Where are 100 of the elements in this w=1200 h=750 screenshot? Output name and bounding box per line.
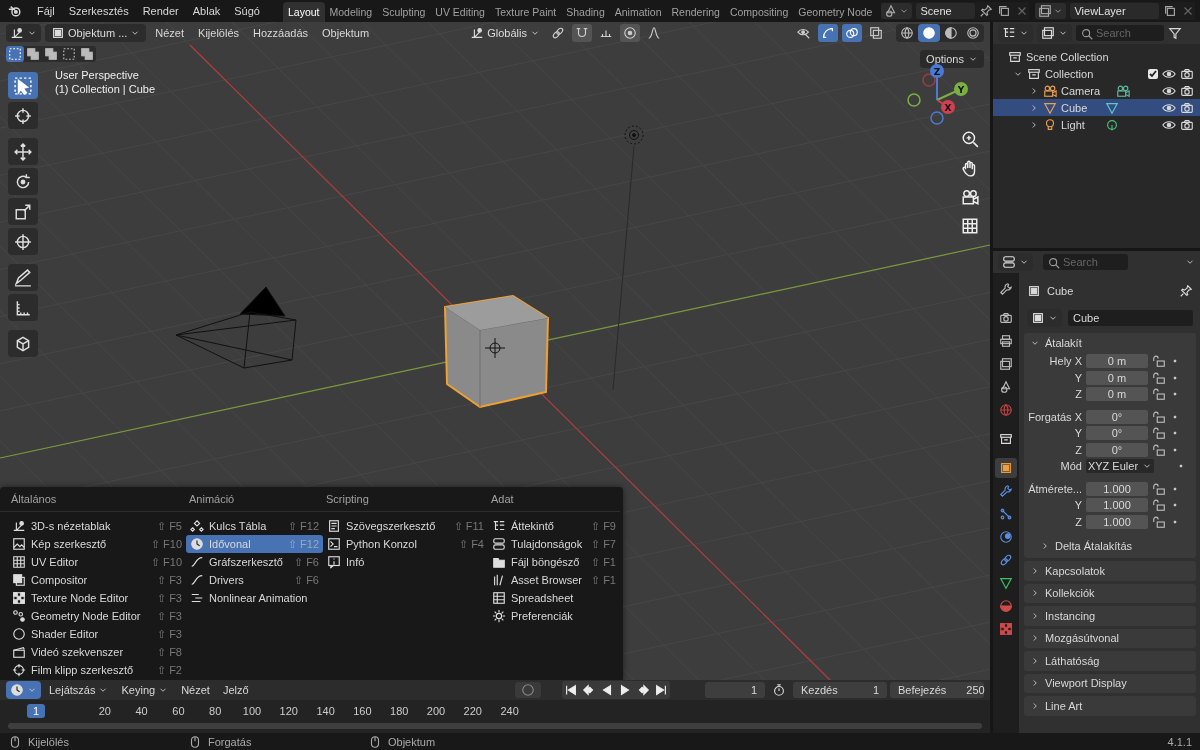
number-field[interactable]: 0 m	[1086, 370, 1148, 385]
workspace-tab[interactable]: Modeling	[324, 2, 378, 22]
object-name: Cube	[1047, 285, 1074, 297]
number-field[interactable]: 1.000	[1086, 481, 1148, 496]
workspace-tab[interactable]: Compositing	[724, 2, 794, 22]
menu-item[interactable]: Jelző	[217, 684, 254, 696]
number-field[interactable]: 0°	[1086, 409, 1148, 424]
shortcut-text: ⇧ F1	[591, 573, 616, 587]
workspace-tab[interactable]: Rendering	[666, 2, 725, 22]
shortcut-text: ⇧ F8	[157, 645, 182, 659]
menu-item[interactable]: Python Konzol ⇧ F4	[323, 535, 488, 553]
number-field[interactable]: 0°	[1086, 442, 1148, 457]
menu-item[interactable]: Áttekintő ⇧ F9	[488, 517, 620, 535]
menu-item-label: Compositor	[31, 574, 89, 586]
number-field[interactable]: 1.000	[1086, 514, 1148, 529]
menu-item-label: Drivers	[209, 574, 245, 586]
panel-header[interactable]: Láthatóság	[1024, 651, 1196, 671]
rotation-mode-dropdown[interactable]: XYZ Euler	[1086, 459, 1154, 474]
shortcut-text: ⇧ F12	[288, 537, 319, 551]
search-field[interactable]: Search	[1043, 254, 1128, 270]
status-hint: Kijelölés	[28, 735, 69, 748]
menu-item[interactable]: Geometry Node Editor ⇧ F3	[8, 607, 186, 625]
subpanel-header[interactable]: Delta Átalakítás	[1024, 536, 1196, 556]
menu-item[interactable]: Kép szerkesztő ⇧ F10	[8, 535, 186, 553]
menu-item[interactable]: Lejátszás	[44, 684, 114, 696]
menu-item-label: Preferenciák	[511, 610, 574, 622]
shortcut-text: ⇧ F9	[591, 519, 616, 533]
menu-item[interactable]: Keying	[116, 684, 174, 696]
workspace-tab[interactable]: Geometry Node	[793, 2, 878, 22]
number-field[interactable]: 0 m	[1086, 354, 1148, 369]
current-frame-field[interactable]: 1	[705, 682, 765, 698]
tree-item[interactable]: Collection	[1045, 67, 1094, 80]
menu-item[interactable]: Objektum	[317, 27, 375, 39]
number-field[interactable]: 0°	[1086, 426, 1148, 441]
menu-item[interactable]: Film klipp szerkesztő ⇧ F2	[8, 661, 186, 679]
shortcut-text: ⇧ F10	[151, 555, 182, 569]
menu-item[interactable]: Nézet	[176, 684, 215, 696]
start-frame-field[interactable]: Kezdés 1	[793, 682, 887, 698]
menu-item[interactable]: Kulcs Tábla ⇧ F12	[186, 517, 323, 535]
menu-item[interactable]: Gráfszerkesztő ⇧ F6	[186, 553, 323, 571]
menu-item[interactable]: Nonlinear Animation	[186, 589, 323, 607]
end-frame-field[interactable]: Befejezés 250	[890, 682, 984, 698]
viewport-info-text: User Perspective	[55, 69, 140, 81]
menu-item[interactable]: Hozzáadás	[248, 27, 314, 39]
workspace-tab[interactable]: Shading	[561, 2, 610, 22]
workspace-tab[interactable]: Sculpting	[377, 2, 431, 22]
panel-header[interactable]: Kollekciók	[1024, 583, 1196, 603]
menu-item[interactable]: Shader Editor ⇧ F3	[8, 625, 186, 643]
workspace-tab[interactable]: Layout	[282, 2, 325, 22]
workspace-tab[interactable]: UV Editing	[430, 2, 490, 22]
field-label: Z	[1074, 388, 1082, 401]
menu-item[interactable]: Szövegszerkesztő ⇧ F11	[323, 517, 488, 535]
options-dropdown[interactable]: Options	[920, 50, 984, 68]
menu-item[interactable]: Infó	[323, 553, 488, 571]
menu-item[interactable]: Preferenciák	[488, 607, 620, 625]
scene-field[interactable]: Scene	[916, 3, 976, 19]
view-layer-field[interactable]: ViewLayer	[1070, 3, 1160, 19]
menu-item[interactable]: 3D-s nézetablak ⇧ F5	[8, 517, 186, 535]
menu-item[interactable]: Drivers ⇧ F6	[186, 571, 323, 589]
menu-item[interactable]: Nézet	[150, 27, 190, 39]
number-field[interactable]: 1.000	[1086, 498, 1148, 513]
menu-item[interactable]: UV Editor ⇧ F10	[8, 553, 186, 571]
frame-number: 240	[500, 705, 519, 717]
panel-header[interactable]: Kapcsolatok	[1024, 561, 1196, 581]
outliner-row[interactable]: Cube	[993, 99, 1200, 116]
shortcut-text: ⇧ F2	[157, 663, 182, 677]
shortcut-text: ⇧ F3	[157, 627, 182, 641]
orientation-dropdown[interactable]: Globális	[466, 24, 544, 42]
outliner-row[interactable]: Light	[993, 116, 1200, 133]
panel-header[interactable]: Line Art	[1024, 696, 1196, 716]
mode-dropdown[interactable]: Objektum ...	[45, 24, 147, 42]
menu-item[interactable]: Texture Node Editor ⇧ F3	[8, 589, 186, 607]
menu-item[interactable]: Fájl	[30, 5, 62, 17]
number-field[interactable]: 0 m	[1086, 387, 1148, 402]
field-label: Hely X	[1048, 355, 1082, 368]
menu-item[interactable]: Ablak	[185, 5, 228, 17]
name-field[interactable]: Cube	[1068, 310, 1193, 326]
menu-item[interactable]: Asset Browser ⇧ F1	[488, 571, 620, 589]
workspace-tab[interactable]: Animation	[609, 2, 667, 22]
panel-header[interactable]: Instancing	[1024, 606, 1196, 626]
menu-item[interactable]: Tulajdonságok ⇧ F7	[488, 535, 620, 553]
search-field[interactable]: Search	[1076, 25, 1164, 41]
menu-item[interactable]: Súgó	[227, 5, 267, 17]
menu-item-label: Infó	[346, 556, 366, 568]
panel-header[interactable]: Átalakít	[1024, 333, 1196, 353]
menu-item[interactable]: Kijelölés	[193, 27, 244, 39]
menu-item[interactable]: Videó szekvenszer ⇧ F8	[8, 643, 186, 661]
panel-header[interactable]: Mozgásútvonal	[1024, 628, 1196, 648]
menu-item[interactable]: Spreadsheet	[488, 589, 620, 607]
playhead-marker[interactable]: 1	[27, 704, 46, 718]
menu-item[interactable]: Fájl böngésző ⇧ F1	[488, 553, 620, 571]
menu-item[interactable]: Szerkesztés	[61, 5, 136, 17]
outliner-row[interactable]: Camera	[993, 82, 1200, 99]
workspace-tab[interactable]: Texture Paint	[489, 2, 562, 22]
menu-item[interactable]: Compositor ⇧ F3	[8, 571, 186, 589]
tree-item[interactable]: Scene Collection	[1026, 50, 1109, 63]
frame-number: 180	[390, 705, 409, 717]
panel-header[interactable]: Viewport Display	[1024, 673, 1196, 693]
menu-item-label: Fájl böngésző	[511, 556, 581, 568]
menu-item[interactable]: Render	[135, 5, 186, 17]
